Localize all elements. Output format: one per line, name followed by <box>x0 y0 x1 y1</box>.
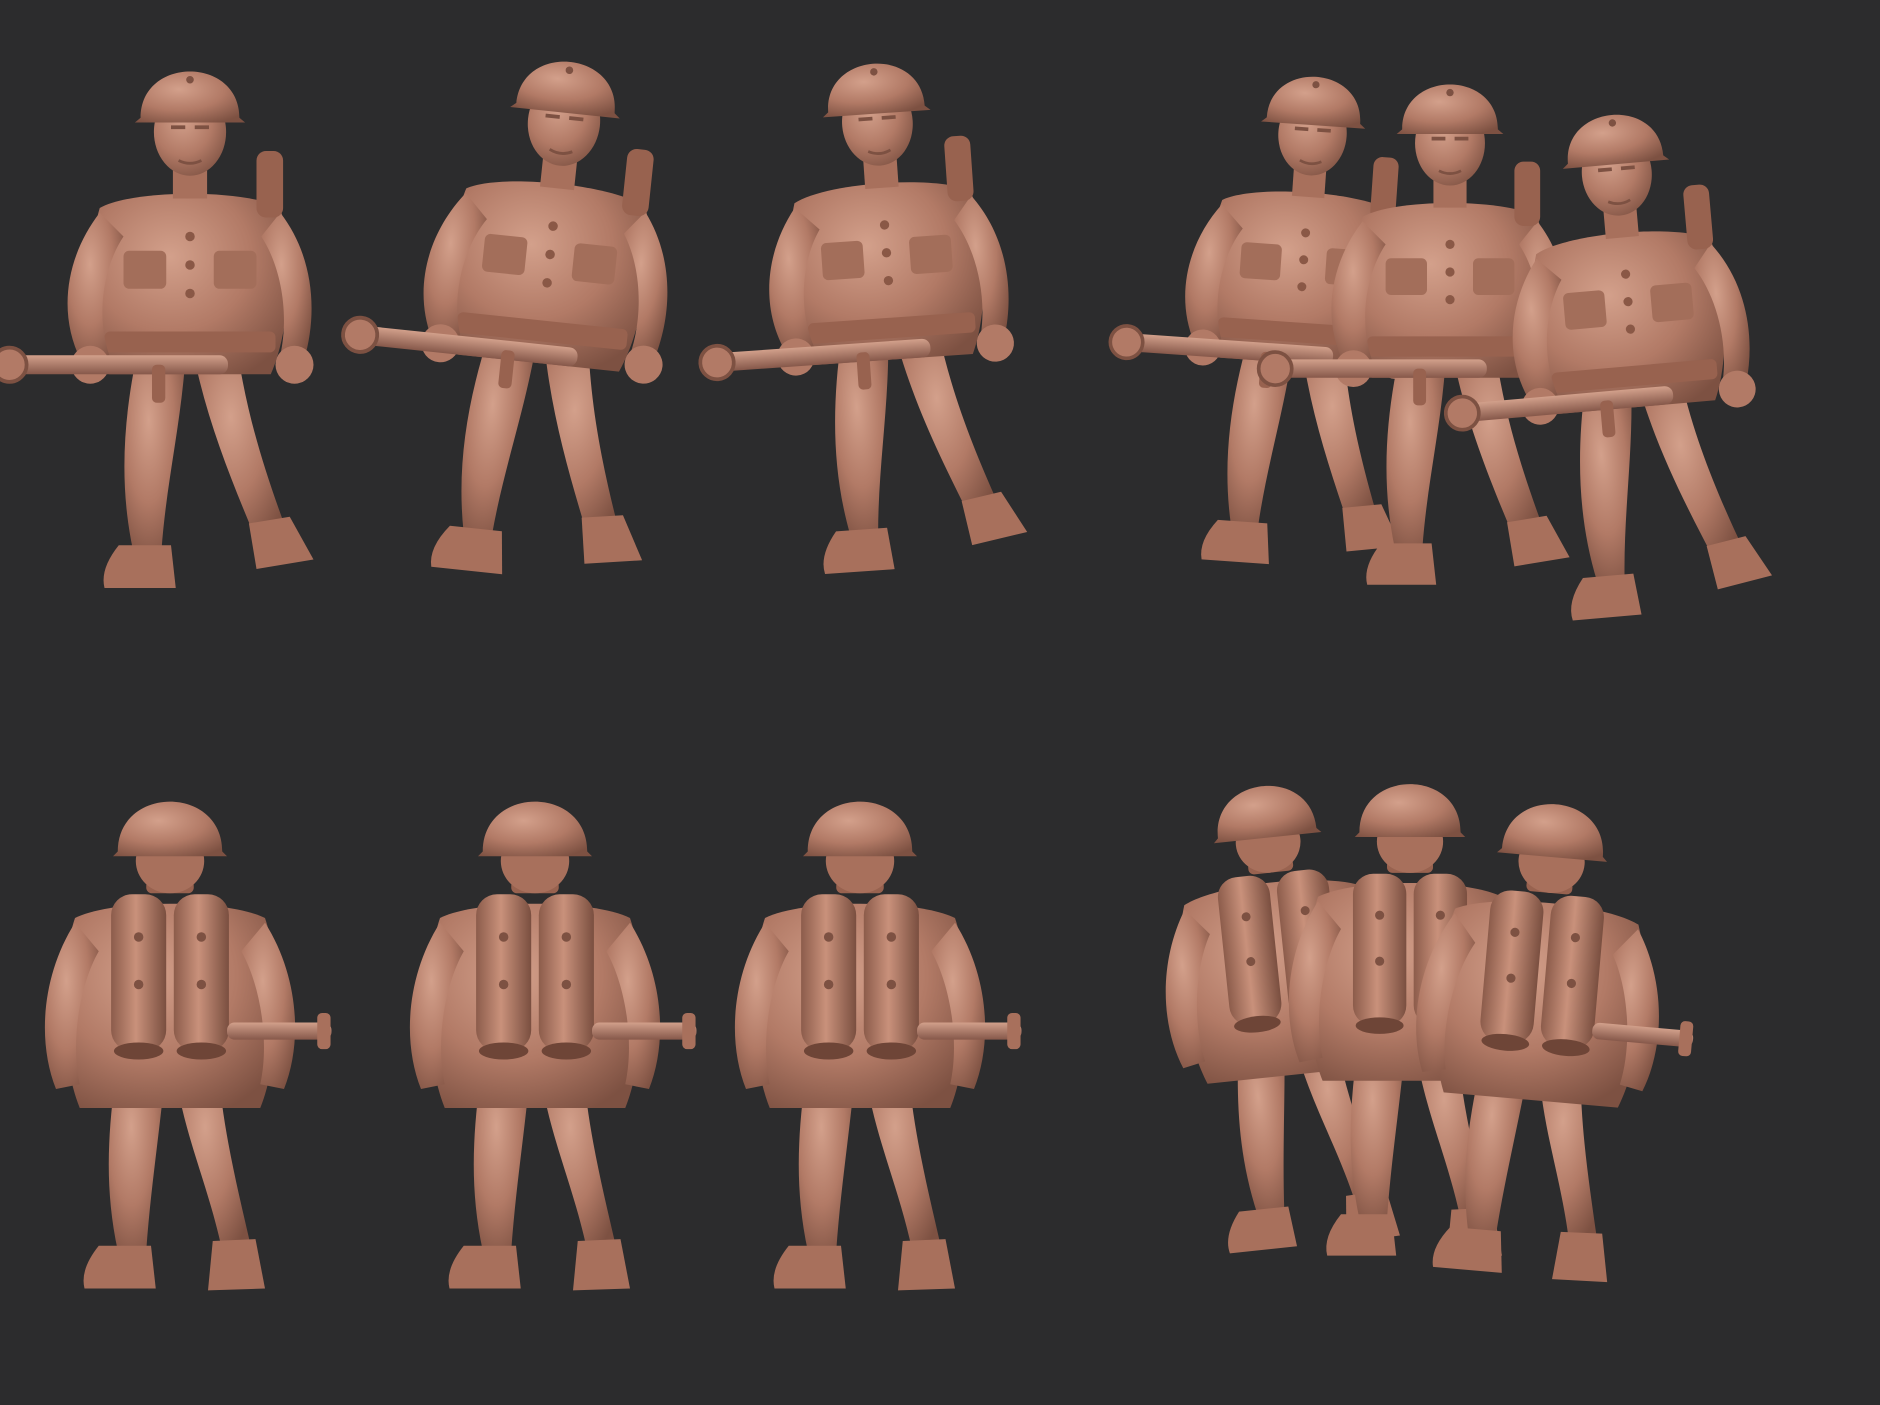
soldier-front-1 <box>0 69 316 590</box>
soldier-front-3 <box>678 53 1032 584</box>
soldier-back-1 <box>44 801 332 1291</box>
soldier-front-2 <box>317 39 696 591</box>
squad-front-group <box>1093 61 1777 632</box>
soldier-back-3 <box>734 801 1022 1291</box>
render-canvas <box>0 0 1880 1405</box>
row-front-views <box>0 39 1777 632</box>
squad-back-group <box>1144 770 1713 1290</box>
row-back-views <box>44 770 1713 1291</box>
soldier-back-group-3 <box>1394 793 1713 1290</box>
soldier-back-2 <box>409 801 697 1291</box>
miniatures-render <box>0 39 1777 1291</box>
